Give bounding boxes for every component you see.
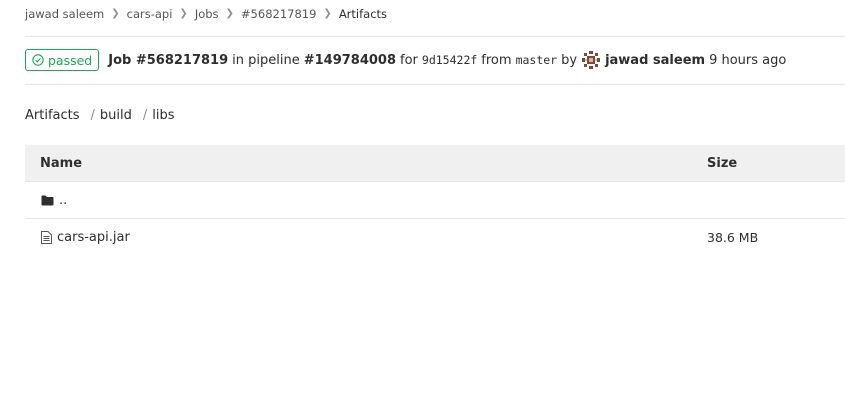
for-text: for (400, 52, 418, 68)
avatar[interactable] (581, 50, 602, 70)
file-link[interactable]: cars-api.jar (57, 230, 130, 245)
path-separator: / (142, 107, 148, 123)
breadcrumb: jawad saleem ❯ cars-api ❯ Jobs ❯ #568217… (25, 6, 387, 22)
chevron-right-icon: ❯ (111, 7, 120, 19)
chevron-right-icon: ❯ (179, 7, 188, 19)
path-build[interactable]: build (100, 108, 132, 123)
parent-directory-link[interactable]: .. (59, 193, 67, 208)
breadcrumb-project[interactable]: cars-api (127, 7, 173, 21)
table-row[interactable]: .. (25, 182, 845, 219)
row-size: 38.6 MB (707, 229, 759, 245)
check-circle-icon (32, 54, 44, 66)
path-libs[interactable]: libs (152, 108, 174, 123)
commit-link[interactable]: 9d15422f (422, 53, 477, 67)
in-pipeline-text: in pipeline (232, 52, 300, 68)
folder-icon (41, 195, 54, 205)
status-badge[interactable]: passed (25, 49, 100, 71)
column-name: Name (40, 155, 83, 171)
artifact-path: Artifacts / build / libs (25, 106, 175, 124)
path-artifacts[interactable]: Artifacts (25, 108, 80, 123)
breadcrumb-artifacts[interactable]: Artifacts (339, 7, 387, 21)
chevron-right-icon: ❯ (225, 7, 234, 19)
table-header: Name Size (25, 145, 845, 182)
breadcrumb-user[interactable]: jawad saleem (25, 7, 104, 21)
user-link[interactable]: jawad saleem (605, 53, 705, 68)
branch-link[interactable]: master (516, 53, 558, 67)
path-separator: / (90, 107, 95, 123)
row-name-cell: cars-api.jar (41, 219, 130, 255)
time-ago: 9 hours ago (709, 52, 787, 68)
job-info-header: passed Job #568217819 in pipeline #14978… (25, 48, 786, 72)
status-label: passed (48, 52, 93, 68)
file-icon (41, 230, 52, 244)
chevron-right-icon: ❯ (323, 7, 332, 19)
row-name-cell: .. (41, 182, 67, 218)
column-size: Size (707, 155, 738, 171)
from-text: from (481, 52, 512, 68)
job-title: Job #568217819 (108, 52, 229, 68)
pipeline-link[interactable]: #149784008 (304, 53, 396, 68)
breadcrumb-jobs[interactable]: Jobs (195, 7, 219, 21)
table-row[interactable]: cars-api.jar 38.6 MB (25, 219, 845, 255)
divider (25, 84, 845, 85)
by-text: by (561, 52, 578, 68)
artifacts-table: Name Size .. cars-api.jar 38.6 MB (25, 145, 845, 255)
breadcrumb-job[interactable]: #568217819 (241, 7, 317, 21)
divider (25, 36, 845, 37)
